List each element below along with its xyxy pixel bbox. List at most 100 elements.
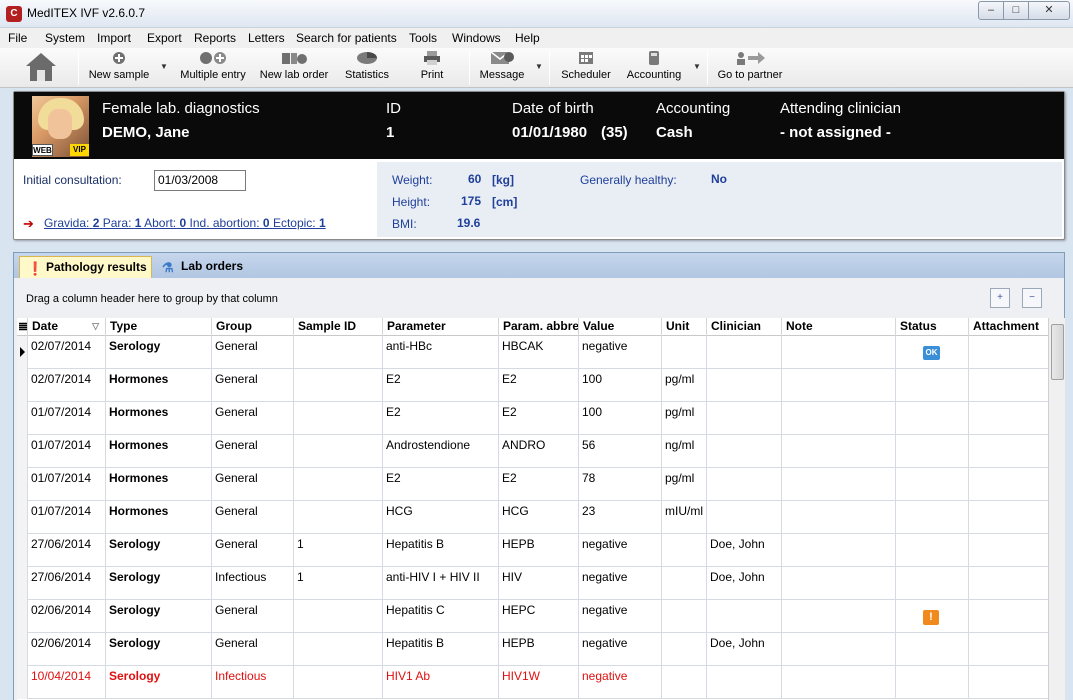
cell-group[interactable]: Infectious <box>212 567 294 600</box>
cell-clinician[interactable] <box>707 468 782 501</box>
column-chooser-icon[interactable]: ≣ <box>17 318 28 336</box>
collapse-all-button[interactable]: − <box>1022 288 1042 308</box>
cell-date[interactable]: 01/07/2014 <box>28 435 106 468</box>
cell-group[interactable]: General <box>212 435 294 468</box>
cell-type[interactable]: Hormones <box>106 369 212 402</box>
table-row[interactable]: 02/07/2014 Hormones General E2 E2 100 pg/ml <box>17 369 1049 402</box>
print-button[interactable]: Print <box>410 48 454 88</box>
maximize-button[interactable]: □ <box>1003 1 1029 20</box>
cell-type[interactable]: Serology <box>106 567 212 600</box>
cell-clinician[interactable]: Doe, John <box>707 633 782 666</box>
cell-sample[interactable] <box>294 501 383 534</box>
cell-unit[interactable] <box>662 633 707 666</box>
cell-type[interactable]: Hormones <box>106 435 212 468</box>
clinician-value[interactable]: - not assigned - <box>780 124 891 141</box>
cell-note[interactable] <box>782 402 896 435</box>
cell-abbr[interactable]: HEPC <box>499 600 579 633</box>
col-unit[interactable]: Unit <box>662 318 707 336</box>
accounting-button[interactable]: Accounting <box>622 48 686 88</box>
cell-attachment[interactable] <box>969 468 1049 501</box>
cell-attachment[interactable] <box>969 567 1049 600</box>
row-indicator[interactable] <box>17 435 28 468</box>
cell-sample[interactable] <box>294 336 383 369</box>
col-group[interactable]: Group <box>212 318 294 336</box>
home-button[interactable] <box>22 48 60 88</box>
menu-tools[interactable]: Tools <box>409 31 437 45</box>
cell-clinician[interactable] <box>707 402 782 435</box>
cell-value[interactable]: 100 <box>579 369 662 402</box>
cell-note[interactable] <box>782 633 896 666</box>
table-row[interactable]: 01/07/2014 Hormones General Androstendione A… <box>17 435 1049 468</box>
cell-value[interactable]: negative <box>579 633 662 666</box>
cell-date[interactable]: 01/07/2014 <box>28 501 106 534</box>
menu-reports[interactable]: Reports <box>194 31 236 45</box>
cell-unit[interactable] <box>662 567 707 600</box>
cell-type[interactable]: Hormones <box>106 402 212 435</box>
cell-date[interactable]: 01/07/2014 <box>28 468 106 501</box>
cell-abbr[interactable]: HIV <box>499 567 579 600</box>
chevron-down-icon[interactable]: ▼ <box>693 62 701 71</box>
cell-unit[interactable] <box>662 534 707 567</box>
col-attachment[interactable]: Attachment <box>969 318 1049 336</box>
col-param-abbr[interactable]: Param. abbre <box>499 318 579 336</box>
cell-param[interactable]: Androstendione <box>383 435 499 468</box>
cell-value[interactable]: negative <box>579 567 662 600</box>
new-lab-order-button[interactable]: New lab order <box>256 48 332 88</box>
cell-status[interactable] <box>896 633 969 666</box>
status-ok-icon[interactable]: OK <box>923 346 940 360</box>
cell-value[interactable]: negative <box>579 336 662 369</box>
menu-windows[interactable]: Windows <box>452 31 501 45</box>
cell-attachment[interactable] <box>969 600 1049 633</box>
cell-param[interactable]: Hepatitis C <box>383 600 499 633</box>
cell-date[interactable]: 02/07/2014 <box>28 336 106 369</box>
cell-sample[interactable] <box>294 435 383 468</box>
cell-group[interactable]: General <box>212 501 294 534</box>
cell-attachment[interactable] <box>969 435 1049 468</box>
new-sample-button[interactable]: New sample <box>85 48 153 88</box>
cell-date[interactable]: 02/07/2014 <box>28 369 106 402</box>
cell-group[interactable]: General <box>212 534 294 567</box>
cell-param[interactable]: HIV1 Ab <box>383 666 499 699</box>
message-button[interactable]: Message <box>476 48 528 88</box>
cell-note[interactable] <box>782 501 896 534</box>
cell-clinician[interactable] <box>707 336 782 369</box>
cell-status[interactable]: OK <box>896 336 969 369</box>
cell-clinician[interactable]: Doe, John <box>707 534 782 567</box>
cell-status[interactable] <box>896 468 969 501</box>
row-indicator[interactable] <box>17 402 28 435</box>
cell-date[interactable]: 27/06/2014 <box>28 567 106 600</box>
tab-lab-orders[interactable]: ⚗ Lab orders <box>155 256 260 278</box>
cell-sample[interactable]: 1 <box>294 567 383 600</box>
cell-sample[interactable] <box>294 633 383 666</box>
cell-abbr[interactable]: HIV1W <box>499 666 579 699</box>
cell-status[interactable] <box>896 402 969 435</box>
cell-param[interactable]: anti-HIV I + HIV II <box>383 567 499 600</box>
col-date[interactable]: Date ▽ <box>28 318 106 336</box>
cell-status[interactable] <box>896 666 969 699</box>
cell-sample[interactable]: 1 <box>294 534 383 567</box>
cell-param[interactable]: E2 <box>383 468 499 501</box>
cell-param[interactable]: E2 <box>383 402 499 435</box>
cell-value[interactable]: 56 <box>579 435 662 468</box>
row-indicator[interactable] <box>17 600 28 633</box>
cell-abbr[interactable]: HEPB <box>499 534 579 567</box>
cell-abbr[interactable]: HBCAK <box>499 336 579 369</box>
cell-type[interactable]: Serology <box>106 600 212 633</box>
col-note[interactable]: Note <box>782 318 896 336</box>
consult-date-field[interactable]: 01/03/2008 <box>154 170 246 191</box>
cell-param[interactable]: Hepatitis B <box>383 534 499 567</box>
cell-attachment[interactable] <box>969 666 1049 699</box>
row-indicator[interactable] <box>17 633 28 666</box>
cell-sample[interactable] <box>294 369 383 402</box>
scrollbar-thumb[interactable] <box>1051 324 1064 380</box>
cell-clinician[interactable] <box>707 600 782 633</box>
cell-value[interactable]: 78 <box>579 468 662 501</box>
cell-status[interactable] <box>896 534 969 567</box>
row-indicator[interactable] <box>17 501 28 534</box>
table-row[interactable]: 01/07/2014 Hormones General HCG HCG 23 mIU/ml <box>17 501 1049 534</box>
cell-param[interactable]: E2 <box>383 369 499 402</box>
cell-status[interactable] <box>896 435 969 468</box>
cell-abbr[interactable]: E2 <box>499 369 579 402</box>
chevron-down-icon[interactable]: ▼ <box>535 62 543 71</box>
menu-file[interactable]: File <box>8 31 27 45</box>
